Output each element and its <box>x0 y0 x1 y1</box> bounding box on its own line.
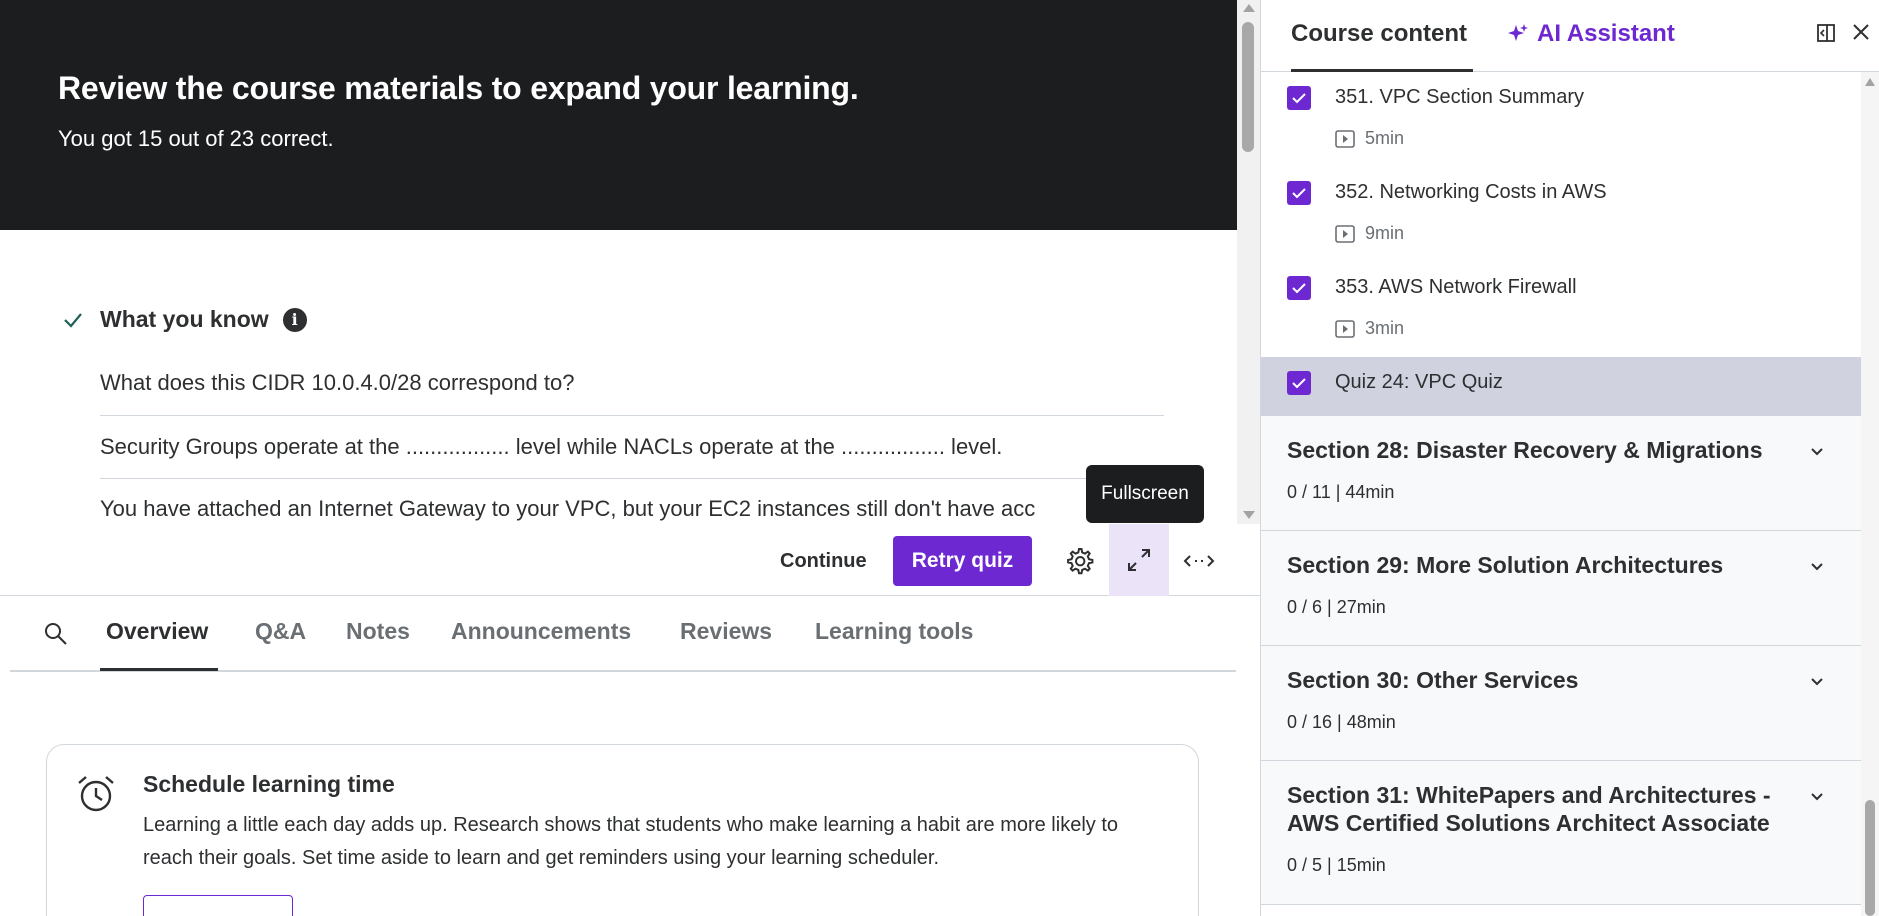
divider <box>100 478 1164 479</box>
what-you-know-header: What you know i <box>62 306 307 333</box>
alarm-clock-icon <box>78 776 114 812</box>
section-item[interactable]: Section 28: Disaster Recovery & Migratio… <box>1261 416 1861 531</box>
video-icon <box>1335 129 1355 148</box>
info-icon[interactable]: i <box>282 307 307 332</box>
tab-reviews[interactable]: Reviews <box>680 618 772 645</box>
lecture-title: Quiz 24: VPC Quiz <box>1335 371 1503 393</box>
settings-button[interactable] <box>1058 536 1100 586</box>
fullscreen-button[interactable] <box>1109 524 1169 596</box>
content-scrollbar[interactable] <box>1237 0 1260 524</box>
completed-checkbox[interactable] <box>1287 86 1311 110</box>
banner-subtitle: You got 15 out of 23 correct. <box>58 126 334 151</box>
chevron-down-icon <box>1811 793 1823 801</box>
section-meta: 0 / 11 | 44min <box>1287 482 1395 502</box>
player-controls: Continue Retry quiz <box>0 524 1260 596</box>
lecture-duration: 5min <box>1365 128 1405 148</box>
scrollbar-thumb[interactable] <box>1242 22 1254 152</box>
section-meta: 0 / 16 | 48min <box>1287 712 1396 732</box>
tab-overview[interactable]: Overview <box>106 618 208 645</box>
lecture-title: 353. AWS Network Firewall <box>1335 276 1577 298</box>
main-content: Review the course materials to expand yo… <box>0 0 1260 916</box>
divider <box>100 415 1164 416</box>
section-title: Section 30: Other Services <box>1287 667 1579 693</box>
tab-course-content[interactable]: Course content <box>1291 20 1467 48</box>
section-title: Section 31: WhitePapers and Architecture… <box>1287 782 1771 836</box>
video-icon <box>1335 319 1355 338</box>
completed-checkbox[interactable] <box>1287 276 1311 300</box>
scrollbar-thumb[interactable] <box>1865 800 1875 916</box>
schedule-title: Schedule learning time <box>143 771 395 797</box>
question-item[interactable]: What does this CIDR 10.0.4.0/28 correspo… <box>100 370 1164 396</box>
section-title: Section 29: More Solution Architectures <box>1287 552 1724 578</box>
question-item[interactable]: You have attached an Internet Gateway to… <box>100 496 1164 522</box>
tab-ai-assistant[interactable]: AI Assistant <box>1507 20 1675 48</box>
scroll-up-arrow-icon[interactable] <box>1243 4 1255 12</box>
sidebar-header: Course content AI Assistant <box>1261 0 1879 72</box>
fullscreen-tooltip: Fullscreen <box>1086 465 1204 523</box>
video-icon <box>1335 224 1355 243</box>
expanded-view-button[interactable] <box>1176 536 1222 586</box>
chevron-down-icon <box>1811 678 1823 686</box>
checkmark-icon <box>1292 188 1306 199</box>
check-icon <box>64 312 82 328</box>
tab-announcements[interactable]: Announcements <box>451 618 631 645</box>
get-started-button[interactable] <box>143 895 293 916</box>
lecture-meta: 3min <box>1335 318 1404 339</box>
banner-title: Review the course materials to expand yo… <box>58 70 859 106</box>
scroll-down-arrow-icon[interactable] <box>1243 511 1255 519</box>
lecture-item[interactable]: 351. VPC Section Summary 5min <box>1261 72 1861 167</box>
collapse-panel-icon[interactable] <box>1815 22 1837 44</box>
schedule-description: Learning a little each day adds up. Rese… <box>143 814 1118 869</box>
lecture-meta: 9min <box>1335 223 1404 244</box>
lecture-title: 351. VPC Section Summary <box>1335 86 1584 108</box>
chevron-down-icon <box>1811 563 1823 571</box>
completed-checkbox[interactable] <box>1287 371 1311 395</box>
tab-qa[interactable]: Q&A <box>255 618 306 645</box>
lecture-meta: 5min <box>1335 128 1404 149</box>
lecture-item[interactable]: 353. AWS Network Firewall 3min <box>1261 262 1861 357</box>
lecture-title: 352. Networking Costs in AWS <box>1335 181 1607 203</box>
lecture-tabs: Overview Q&A Notes Announcements Reviews… <box>10 596 1236 672</box>
checkmark-icon <box>1292 378 1306 389</box>
quiz-results-panel: What you know i What does this CIDR 10.0… <box>0 230 1237 524</box>
lecture-duration: 9min <box>1365 223 1405 243</box>
gear-icon <box>1067 548 1094 575</box>
tab-learning-tools[interactable]: Learning tools <box>815 618 973 645</box>
section-item[interactable]: Section 31: WhitePapers and Architecture… <box>1261 761 1861 905</box>
course-sidebar: Course content AI Assistant 351. VPC Sec… <box>1260 0 1879 916</box>
lecture-duration: 3min <box>1365 318 1405 338</box>
what-you-know-title: What you know <box>100 306 269 332</box>
section-title: Section 28: Disaster Recovery & Migratio… <box>1287 437 1763 463</box>
section-meta: 0 / 5 | 15min <box>1287 855 1386 875</box>
lecture-item[interactable]: 352. Networking Costs in AWS 9min <box>1261 167 1861 262</box>
tab-notes[interactable]: Notes <box>346 618 410 645</box>
schedule-learning-card: Schedule learning time Learning a little… <box>46 744 1199 916</box>
sparkle-icon <box>1508 24 1528 41</box>
scroll-up-arrow-icon[interactable] <box>1865 78 1875 86</box>
expand-horizontal-icon <box>1183 555 1215 567</box>
quiz-result-banner: Review the course materials to expand yo… <box>0 0 1237 230</box>
checkmark-icon <box>1292 93 1306 104</box>
active-tab-indicator <box>100 668 218 671</box>
close-icon[interactable] <box>1851 22 1871 42</box>
chevron-down-icon <box>1811 448 1823 456</box>
fullscreen-icon <box>1128 549 1150 571</box>
retry-quiz-button[interactable]: Retry quiz <box>893 536 1032 586</box>
sidebar-scrollbar[interactable] <box>1861 72 1879 916</box>
completed-checkbox[interactable] <box>1287 181 1311 205</box>
checkmark-icon <box>1292 283 1306 294</box>
section-item[interactable]: Section 29: More Solution Architectures … <box>1261 531 1861 646</box>
question-item[interactable]: Security Groups operate at the .........… <box>100 434 1164 460</box>
section-item[interactable]: Section 30: Other Services 0 / 16 | 48mi… <box>1261 646 1861 761</box>
tab-ai-assistant-label: AI Assistant <box>1537 20 1675 47</box>
search-icon[interactable] <box>42 620 70 648</box>
lecture-item-current[interactable]: Quiz 24: VPC Quiz <box>1261 357 1861 416</box>
section-meta: 0 / 6 | 27min <box>1287 597 1386 617</box>
continue-button[interactable]: Continue <box>766 538 881 584</box>
